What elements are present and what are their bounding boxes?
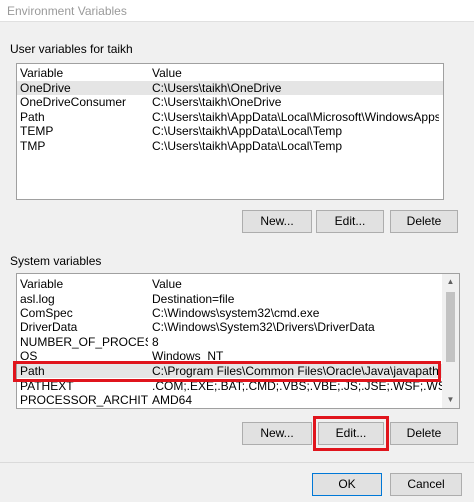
window-title: Environment Variables (7, 4, 127, 18)
user-variables-list[interactable]: Variable Value OneDrive C:\Users\taikh\O… (16, 63, 444, 200)
system-variables-list[interactable]: Variable Value asl.log Destination=file … (16, 273, 460, 409)
table-row[interactable]: PROCESSOR_ARCHITECTURE AMD64 (17, 393, 459, 407)
table-row[interactable]: asl.log Destination=file (17, 292, 459, 306)
table-row[interactable]: OneDrive C:\Users\taikh\OneDrive (17, 81, 443, 95)
footer-divider (0, 462, 474, 463)
user-delete-button[interactable]: Delete (390, 210, 458, 233)
table-row[interactable]: Path C:\Users\taikh\AppData\Local\Micros… (17, 110, 443, 124)
table-row[interactable]: TEMP C:\Users\taikh\AppData\Local\Temp (17, 124, 443, 138)
user-list-header: Variable Value (17, 66, 443, 80)
table-row[interactable]: NUMBER_OF_PROCESSORS 8 (17, 335, 459, 349)
table-row[interactable]: ComSpec C:\Windows\system32\cmd.exe (17, 306, 459, 320)
table-row[interactable]: PATHEXT .COM;.EXE;.BAT;.CMD;.VBS;.VBE;.J… (17, 379, 459, 393)
system-variables-label: System variables (10, 254, 102, 268)
table-row[interactable]: OneDriveConsumer C:\Users\taikh\OneDrive (17, 95, 443, 109)
system-list-header: Variable Value (17, 277, 459, 291)
table-row[interactable]: DriverData C:\Windows\System32\Drivers\D… (17, 320, 459, 334)
table-row-path-selected[interactable]: Path C:\Program Files\Common Files\Oracl… (17, 364, 459, 378)
user-new-button[interactable]: New... (242, 210, 312, 233)
table-row[interactable]: OS Windows_NT (17, 349, 459, 363)
vertical-scrollbar[interactable]: ▲ ▼ (442, 274, 459, 408)
column-header-value[interactable]: Value (152, 66, 439, 80)
scroll-thumb[interactable] (446, 292, 455, 362)
column-header-variable[interactable]: Variable (20, 66, 148, 80)
user-variables-label: User variables for taikh (10, 42, 133, 56)
scroll-down-icon[interactable]: ▼ (442, 392, 459, 408)
scroll-up-icon[interactable]: ▲ (442, 274, 459, 290)
user-edit-button[interactable]: Edit... (316, 210, 384, 233)
column-header-variable[interactable]: Variable (20, 277, 148, 291)
cancel-button[interactable]: Cancel (390, 473, 462, 496)
system-edit-button[interactable]: Edit... (318, 422, 384, 445)
system-new-button[interactable]: New... (242, 422, 312, 445)
table-row[interactable]: TMP C:\Users\taikh\AppData\Local\Temp (17, 139, 443, 153)
title-bar: Environment Variables (0, 0, 474, 22)
system-delete-button[interactable]: Delete (390, 422, 458, 445)
column-header-value[interactable]: Value (152, 277, 455, 291)
ok-button[interactable]: OK (312, 473, 382, 496)
